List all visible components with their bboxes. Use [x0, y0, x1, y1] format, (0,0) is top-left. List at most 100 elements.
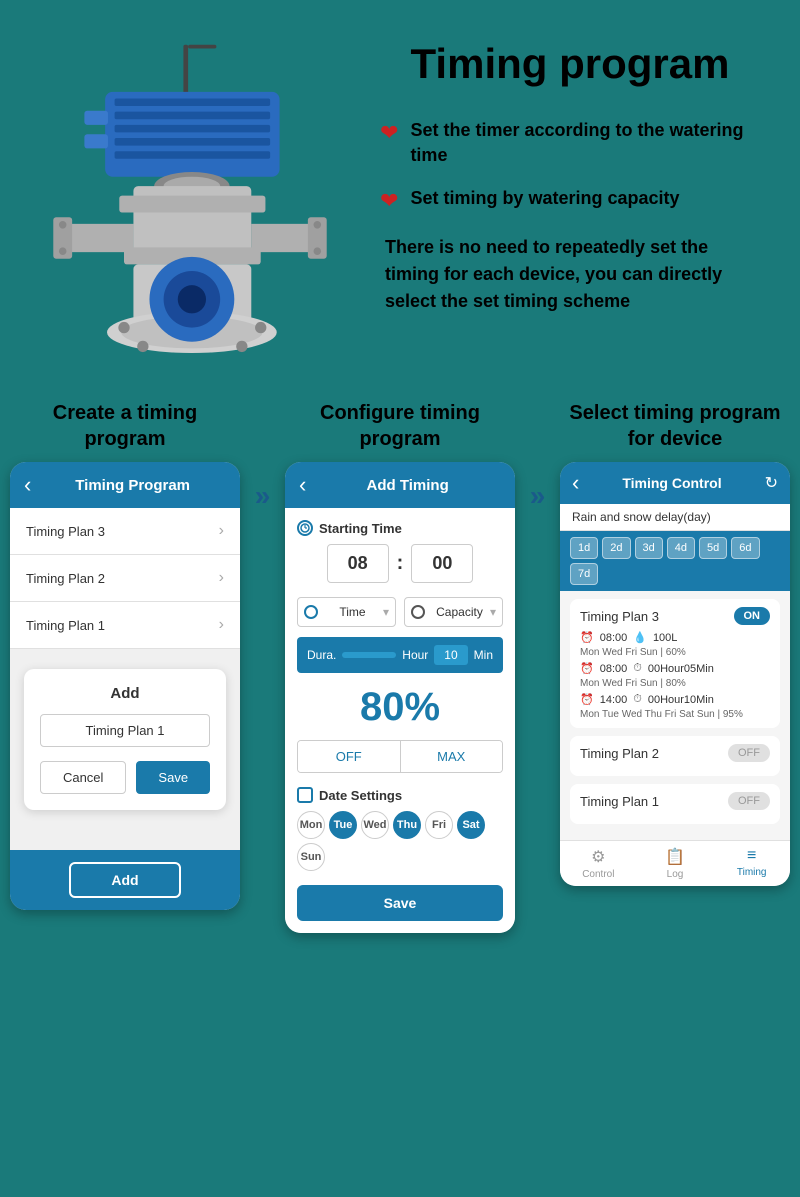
phone2-hour-box[interactable]: 08 — [327, 544, 389, 583]
phone3-nav-control[interactable]: ⚙ Control — [560, 847, 637, 880]
phone3-day-btn-6d[interactable]: 6d — [731, 537, 759, 559]
phone2-day-sat[interactable]: Sat — [457, 811, 485, 839]
phone3-log-label: Log — [667, 869, 684, 880]
phone1-header: ‹ Timing Program — [10, 462, 240, 508]
phone3-clock-icon-2: ⏰ — [580, 662, 594, 675]
phone3-clock-icon-1: ⏰ — [580, 631, 594, 644]
phone1-item-name-2: Timing Plan 2 — [26, 571, 105, 586]
phone-column-2: Configure timing program ‹ Add Timing — [285, 400, 515, 933]
phone3-entry3-time: 14:00 — [600, 694, 628, 706]
phone1-item-name-1: Timing Plan 3 — [26, 524, 105, 539]
phone2-time-selector-label: Time — [339, 605, 365, 619]
phone3-rain-label: Rain and snow delay(day) — [572, 510, 711, 524]
phone3-plan3-toggle[interactable]: ON — [734, 607, 771, 625]
phone3-control-label: Control — [582, 869, 614, 880]
phone2-off-button[interactable]: OFF — [298, 741, 401, 772]
phone1-dialog-buttons: Cancel Save — [40, 761, 210, 794]
phone2-starting-time-label: Starting Time — [297, 520, 503, 536]
phone3-header-title: Timing Control — [585, 475, 758, 491]
phone2-day-tue[interactable]: Tue — [329, 811, 357, 839]
phone2-header: ‹ Add Timing — [285, 462, 515, 508]
phone3-capacity-icon-2: ⏱ — [633, 662, 642, 675]
phone3-day-btn-3d[interactable]: 3d — [635, 537, 663, 559]
arrow-container-1: » — [250, 400, 275, 512]
phone1-frame: ‹ Timing Program Timing Plan 3 › Timing … — [10, 462, 240, 910]
phone2-date-section: Date Settings — [297, 787, 503, 803]
phone1-add-button[interactable]: Add — [69, 862, 180, 898]
phone3-day-btn-7d[interactable]: 7d — [570, 563, 598, 585]
phone2-time-select-icon — [304, 605, 318, 619]
phone1-list-item-1[interactable]: Timing Plan 3 › — [10, 508, 240, 555]
phone3-timing-label: Timing — [737, 867, 767, 878]
bullet-item-1: ❤ Set the timer according to the waterin… — [380, 118, 760, 168]
phone3-day-buttons: 1d 2d 3d 4d 5d 6d 7d — [560, 531, 790, 591]
arrow-2: » — [530, 480, 546, 512]
phone3-nav-log[interactable]: 📋 Log — [637, 847, 714, 880]
phone2-duration-row: Dura. Hour 10 Min — [297, 637, 503, 673]
phone1-list-item-2[interactable]: Timing Plan 2 › — [10, 555, 240, 602]
phone2-back-icon[interactable]: ‹ — [299, 472, 306, 498]
phone1-chevron-3: › — [219, 616, 224, 634]
phone3-plan1: Timing Plan 1 OFF — [570, 784, 780, 824]
phones-row: Create a timing program ‹ Timing Program… — [10, 400, 790, 933]
phone3-body: Timing Plan 3 ON ⏰ 08:00 💧 100L Mon Wed … — [560, 591, 790, 840]
phone2-min-value[interactable]: 10 — [434, 645, 467, 665]
phone1-back-icon[interactable]: ‹ — [24, 472, 31, 498]
phone3-day-btn-4d[interactable]: 4d — [667, 537, 695, 559]
phone1-list-item-3[interactable]: Timing Plan 1 › — [10, 602, 240, 649]
phone2-day-sun[interactable]: Sun — [297, 843, 325, 871]
phone1-spacer — [10, 830, 240, 850]
phone2-dropdown-icon-1: ▾ — [383, 605, 389, 619]
phone2-date-icon — [297, 787, 313, 803]
arrow-1: » — [255, 480, 271, 512]
phone1-dialog-input[interactable]: Timing Plan 1 — [40, 714, 210, 747]
bullet-text-1: Set the timer according to the watering … — [410, 118, 760, 168]
phone1-label: Create a timing program — [10, 400, 240, 452]
phone3-day-btn-1d[interactable]: 1d — [570, 537, 598, 559]
bullet-item-2: ❤ Set timing by watering capacity — [380, 186, 760, 214]
phone3-plan2-toggle[interactable]: OFF — [728, 744, 770, 762]
phone1-bottom: Add — [10, 850, 240, 910]
phone2-save-button[interactable]: Save — [297, 885, 503, 921]
phone3-refresh-icon[interactable]: ↻ — [765, 473, 778, 493]
phone2-day-mon[interactable]: Mon — [297, 811, 325, 839]
phone2-frame: ‹ Add Timing Starting — [285, 462, 515, 933]
phone1-chevron-1: › — [219, 522, 224, 540]
description-text: There is no need to repeatedly set the t… — [380, 234, 760, 315]
phone2-day-wed[interactable]: Wed — [361, 811, 389, 839]
phone3-control-icon: ⚙ — [591, 847, 605, 867]
phone2-capacity-selector-label: Capacity — [436, 605, 483, 619]
phone3-entry1-schedule: Mon Wed Fri Sun | 60% — [580, 647, 770, 658]
phone2-off-max-row: OFF MAX — [297, 740, 503, 773]
phone3-entry3-value: 00Hour10Min — [648, 694, 714, 706]
phone2-header-title: Add Timing — [314, 477, 501, 494]
phone3-day-btn-5d[interactable]: 5d — [699, 537, 727, 559]
phone2-dur-input[interactable] — [342, 652, 396, 658]
arrow-container-2: » — [525, 400, 550, 512]
phone3-day-btn-2d[interactable]: 2d — [602, 537, 630, 559]
phone1-cancel-button[interactable]: Cancel — [40, 761, 126, 794]
phone2-starting-label-text: Starting Time — [319, 521, 402, 536]
phone3-plan2-name: Timing Plan 2 — [580, 746, 659, 761]
phone3-rain-row: Rain and snow delay(day) — [560, 504, 790, 531]
phone1-dialog: Add Timing Plan 1 Cancel Save — [24, 669, 226, 810]
phone3-back-icon[interactable]: ‹ — [572, 470, 579, 496]
phone2-percentage: 80% — [297, 685, 503, 730]
phone3-plan1-toggle[interactable]: OFF — [728, 792, 770, 810]
phone3-plan2-header: Timing Plan 2 OFF — [580, 744, 770, 762]
phone2-days-row: Mon Tue Wed Thu Fri Sat Sun — [297, 811, 503, 871]
phone2-clock-icon — [297, 520, 313, 536]
phone2-max-button[interactable]: MAX — [401, 741, 503, 772]
phone2-day-fri[interactable]: Fri — [425, 811, 453, 839]
phone2-time-selector[interactable]: Time ▾ — [297, 597, 396, 627]
phone1-save-button[interactable]: Save — [136, 761, 210, 794]
phone3-nav-timing[interactable]: ≡ Timing — [713, 847, 790, 880]
phone3-plan3-entry1: ⏰ 08:00 💧 100L — [580, 631, 770, 644]
phone2-capacity-selector[interactable]: Capacity ▾ — [404, 597, 503, 627]
phone2-minute-box[interactable]: 00 — [411, 544, 473, 583]
phone2-label: Configure timing program — [285, 400, 515, 452]
phone3-frame: ‹ Timing Control ↻ Rain and snow delay(d… — [560, 462, 790, 886]
phone2-dura-label: Dura. — [307, 648, 336, 662]
phone2-day-thu[interactable]: Thu — [393, 811, 421, 839]
phone3-label: Select timing program for device — [560, 400, 790, 452]
